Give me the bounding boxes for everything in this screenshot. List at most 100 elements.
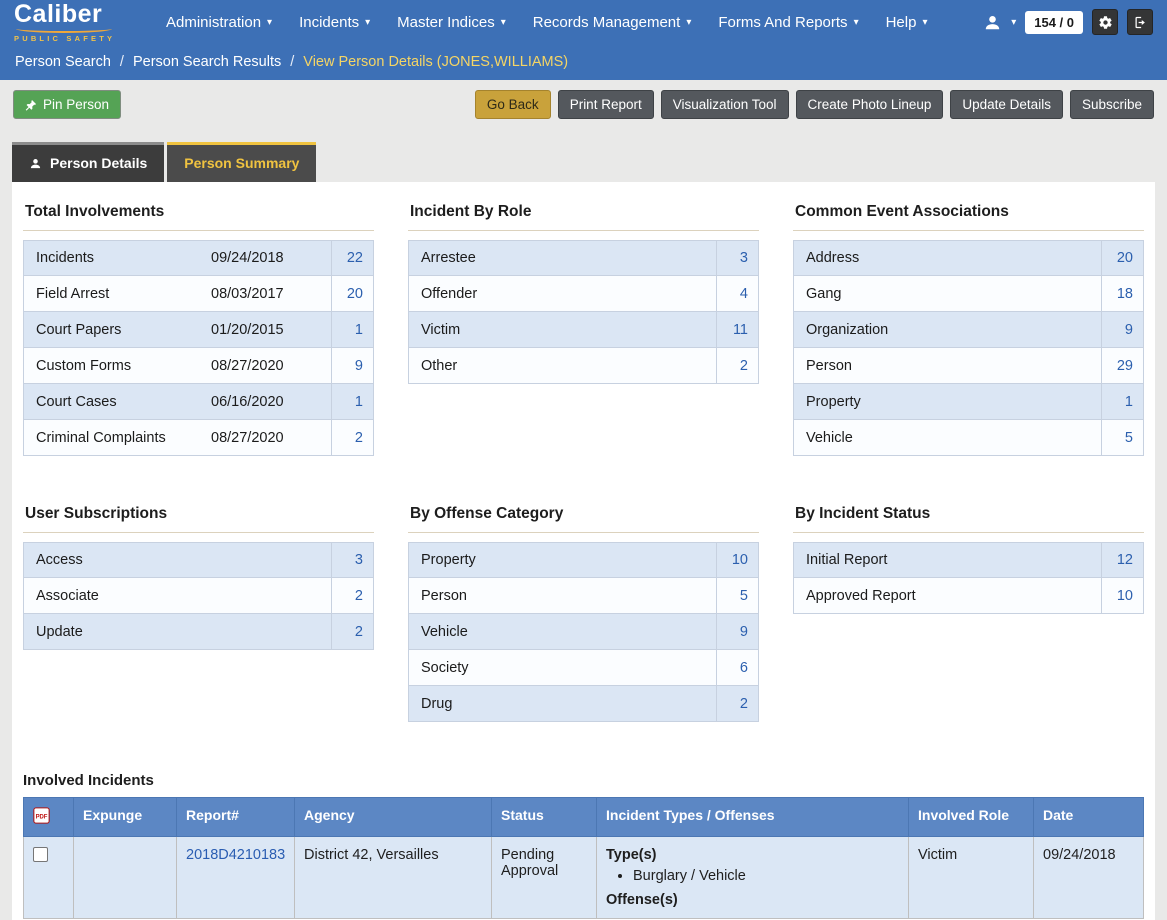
pin-person-button[interactable]: Pin Person (13, 90, 121, 119)
tab-person-details[interactable]: Person Details (12, 142, 164, 182)
tab-label: Person Details (50, 155, 147, 171)
row-select-checkbox[interactable] (33, 847, 48, 862)
row-label: Property (409, 543, 716, 577)
row-label: Person (794, 348, 1101, 383)
count-link[interactable]: 10 (1101, 578, 1143, 613)
count-link[interactable]: 9 (1101, 312, 1143, 347)
summary-row: Society6 (408, 650, 759, 686)
count-link[interactable]: 9 (716, 614, 758, 649)
row-label: Other (409, 348, 716, 383)
breadcrumb-person-search[interactable]: Person Search (15, 54, 111, 70)
breadcrumb-person-search-results[interactable]: Person Search Results (133, 54, 281, 70)
row-date: 08/27/2020 (211, 348, 331, 383)
count-link[interactable]: 1 (331, 312, 373, 347)
count-link[interactable]: 20 (331, 276, 373, 311)
types-cell: Type(s) Burglary / Vehicle Offense(s) (597, 837, 909, 919)
row-label: Drug (409, 686, 716, 721)
count-link[interactable]: 6 (716, 650, 758, 685)
incidents-header-row: PDF Expunge Report# Agency Status Incide… (24, 798, 1144, 837)
user-icon[interactable] (983, 13, 1002, 32)
main-menu: Administration▾ Incidents▾ Master Indice… (166, 14, 927, 31)
count-link[interactable]: 3 (331, 543, 373, 577)
update-details-button[interactable]: Update Details (950, 90, 1063, 119)
count-link[interactable]: 29 (1101, 348, 1143, 383)
summary-table: Access3 Associate2 Update2 (23, 542, 374, 650)
count-link[interactable]: 2 (331, 578, 373, 613)
summary-row: Organization9 (793, 312, 1144, 348)
count-link[interactable]: 5 (716, 578, 758, 613)
go-back-button[interactable]: Go Back (475, 90, 551, 119)
row-label: Criminal Complaints (24, 420, 211, 455)
row-label: Property (794, 384, 1101, 419)
involved-incidents-table: PDF Expunge Report# Agency Status Incide… (23, 797, 1144, 919)
summary-row: Vehicle5 (793, 420, 1144, 456)
summary-row: Offender4 (408, 276, 759, 312)
select-cell (24, 837, 74, 919)
menu-label: Records Management (533, 14, 681, 31)
row-label: Address (794, 241, 1101, 275)
session-count-badge[interactable]: 154 / 0 (1025, 11, 1083, 34)
count-link[interactable]: 1 (1101, 384, 1143, 419)
section-by-incident-status: By Incident Status Initial Report12 Appr… (793, 498, 1144, 722)
row-label: Access (24, 543, 331, 577)
menu-records-management[interactable]: Records Management ▾ (533, 14, 692, 31)
row-date: 01/20/2015 (211, 312, 331, 347)
count-link[interactable]: 20 (1101, 241, 1143, 275)
count-link[interactable]: 2 (716, 348, 758, 383)
subscribe-button[interactable]: Subscribe (1070, 90, 1154, 119)
section-common-event-associations: Common Event Associations Address20 Gang… (793, 196, 1144, 456)
menu-help[interactable]: Help▾ (886, 14, 928, 31)
chevron-down-icon: ▾ (686, 17, 691, 28)
count-link[interactable]: 9 (331, 348, 373, 383)
pdf-icon[interactable]: PDF (33, 807, 50, 824)
user-menu-chevron-icon[interactable]: ▾ (1011, 17, 1016, 28)
row-label: Approved Report (794, 578, 1101, 613)
count-link[interactable]: 3 (716, 241, 758, 275)
count-link[interactable]: 4 (716, 276, 758, 311)
summary-table: Initial Report12 Approved Report10 (793, 542, 1144, 614)
create-photo-lineup-button[interactable]: Create Photo Lineup (796, 90, 944, 119)
count-link[interactable]: 12 (1101, 543, 1143, 577)
breadcrumb-separator: / (290, 54, 294, 70)
count-link[interactable]: 11 (716, 312, 758, 347)
visualization-tool-button[interactable]: Visualization Tool (661, 90, 789, 119)
menu-administration[interactable]: Administration▾ (166, 14, 272, 31)
count-link[interactable]: 5 (1101, 420, 1143, 455)
report-cell: 2018D4210183 (177, 837, 295, 919)
print-report-button[interactable]: Print Report (558, 90, 654, 119)
summary-row: Incidents09/24/201822 (23, 240, 374, 276)
count-link[interactable]: 2 (716, 686, 758, 721)
section-title: By Incident Status (793, 498, 1144, 533)
menu-forms-and-reports[interactable]: Forms And Reports▾ (718, 14, 858, 31)
breadcrumb-current-page: View Person Details (JONES,WILLIAMS) (303, 54, 568, 70)
row-label: Society (409, 650, 716, 685)
count-link[interactable]: 10 (716, 543, 758, 577)
row-label: Vehicle (794, 420, 1101, 455)
logout-button[interactable] (1127, 9, 1153, 35)
menu-master-indices[interactable]: Master Indices▾ (397, 14, 506, 31)
summary-table: Address20 Gang18 Organization9 Person29 … (793, 240, 1144, 456)
agency-cell: District 42, Versailles (295, 837, 492, 919)
report-number-link[interactable]: 2018D4210183 (186, 847, 285, 863)
count-link[interactable]: 2 (331, 614, 373, 649)
row-label: Victim (409, 312, 716, 347)
summary-row: Property1 (793, 384, 1144, 420)
summary-row: Approved Report10 (793, 578, 1144, 614)
breadcrumb-separator: / (120, 54, 124, 70)
row-label: Organization (794, 312, 1101, 347)
settings-button[interactable] (1092, 9, 1118, 35)
menu-incidents[interactable]: Incidents▾ (299, 14, 370, 31)
summary-grid: Total Involvements Incidents09/24/201822… (23, 196, 1144, 722)
tab-person-summary[interactable]: Person Summary (167, 142, 316, 182)
count-link[interactable]: 18 (1101, 276, 1143, 311)
count-link[interactable]: 2 (331, 420, 373, 455)
count-link[interactable]: 1 (331, 384, 373, 419)
summary-row: Criminal Complaints08/27/20202 (23, 420, 374, 456)
section-title: Total Involvements (23, 196, 374, 231)
summary-row: Gang18 (793, 276, 1144, 312)
chevron-down-icon: ▾ (501, 17, 506, 28)
summary-row: Court Papers01/20/20151 (23, 312, 374, 348)
caliber-logo[interactable]: Caliber PUBLIC SAFETY (14, 2, 140, 43)
chevron-down-icon: ▾ (854, 17, 859, 28)
count-link[interactable]: 22 (331, 241, 373, 275)
